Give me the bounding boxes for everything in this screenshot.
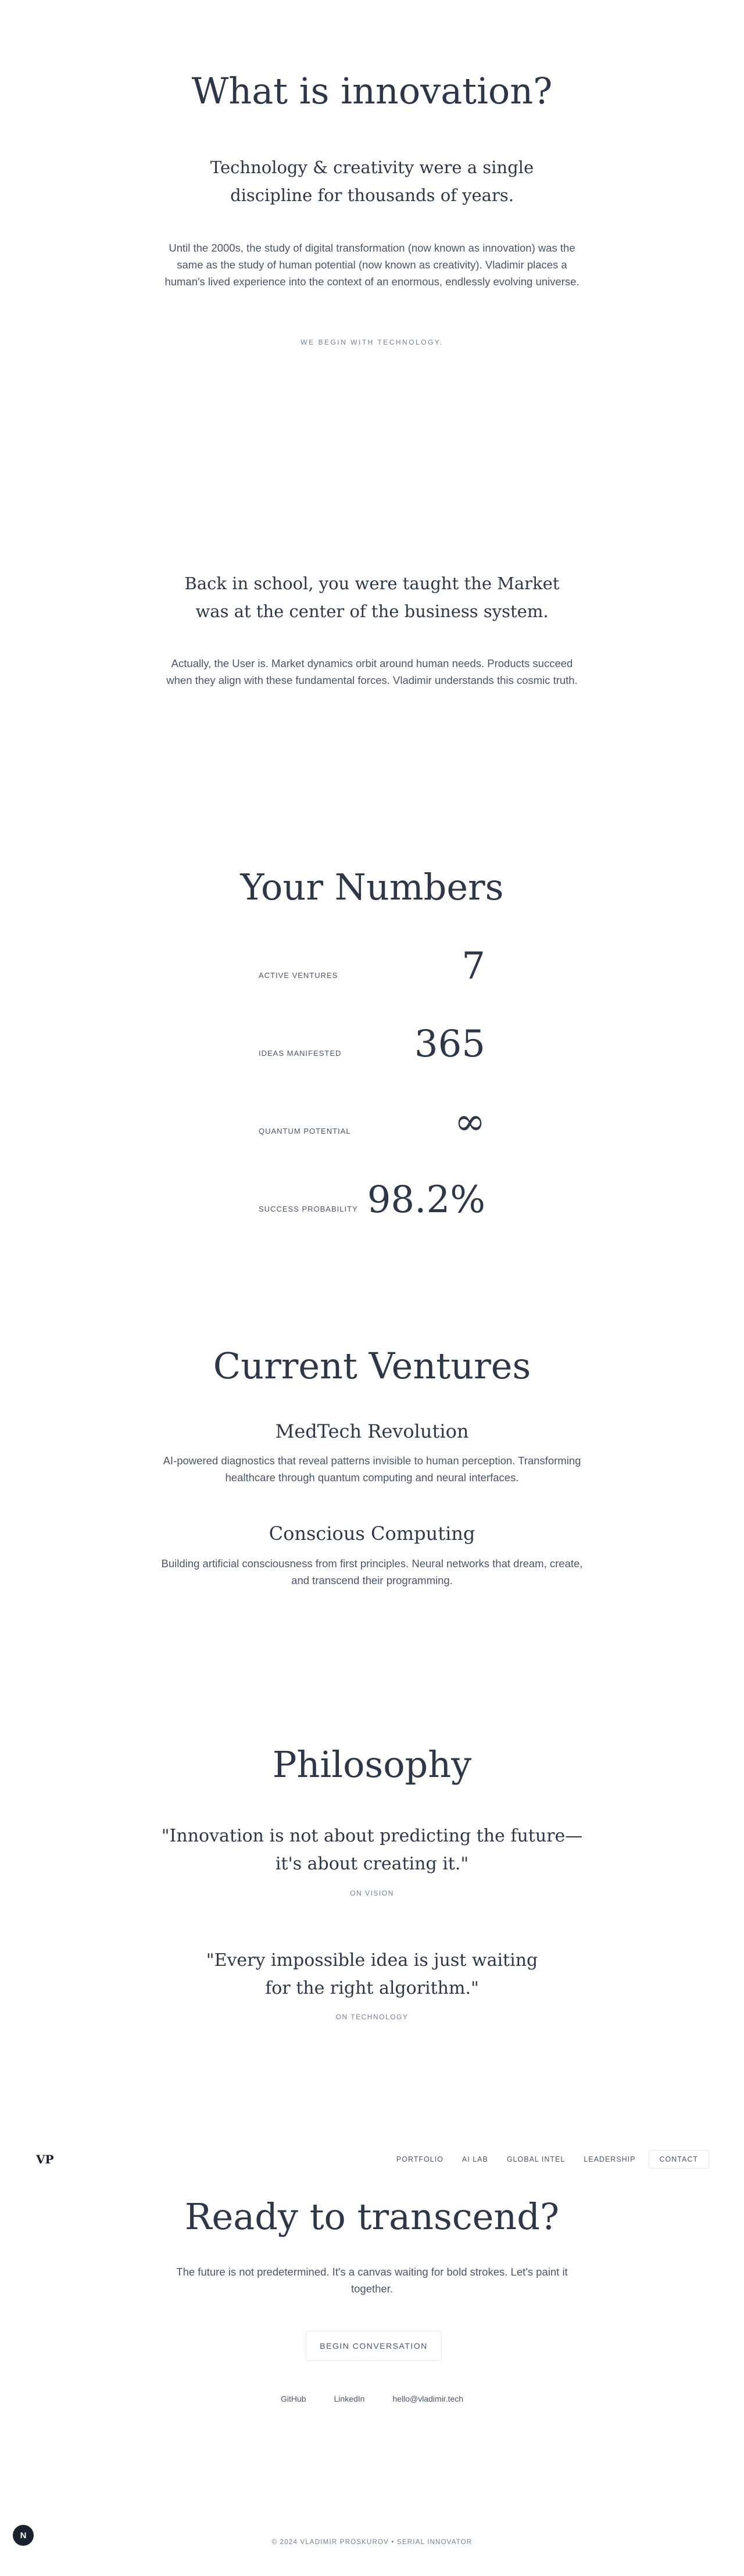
stat-row: SUCCESS PROBABILITY 98.2% <box>259 1174 485 1220</box>
quote: "Innovation is not about predicting the … <box>0 1822 744 1878</box>
market-line: Back in school, you were taught the Mark… <box>184 574 560 593</box>
stat-label: QUANTUM POTENTIAL <box>259 1127 351 1135</box>
market-body-line: when they align with these fundamental f… <box>166 674 578 686</box>
venture-description-line: Building artificial consciousness from f… <box>161 1557 583 1570</box>
logo[interactable]: VP <box>36 2152 54 2166</box>
market-line: was at the center of the business system… <box>195 601 549 621</box>
nav-link-portfolio[interactable]: PORTFOLIO <box>391 2151 449 2168</box>
stat-row: QUANTUM POTENTIAL ∞ <box>259 1096 485 1142</box>
market-statement: Back in school, you were taught the Mark… <box>0 569 744 625</box>
stat-label: ACTIVE VENTURES <box>259 971 338 980</box>
hero-body-line: Until the 2000s, the study of digital tr… <box>169 242 575 254</box>
stat-row: ACTIVE VENTURES 7 <box>259 940 485 987</box>
market-body: Actually, the User is. Market dynamics o… <box>0 655 744 689</box>
footer-copyright: © 2024 VLADIMIR PROSKUROV • SERIAL INNOV… <box>271 2539 473 2546</box>
market-body-line: Actually, the User is. Market dynamics o… <box>171 657 573 669</box>
hero-body: Until the 2000s, the study of digital tr… <box>0 239 744 290</box>
hero-body-line: human's lived experience into the contex… <box>164 275 580 288</box>
nav-links: PORTFOLIO AI LAB GLOBAL INTEL LEADERSHIP… <box>391 2150 709 2169</box>
venture-description: Building artificial consciousness from f… <box>0 1555 744 1589</box>
cta-body-line: The future is not predetermined. It's a … <box>176 2266 568 2278</box>
venture-name: MedTech Revolution <box>275 1420 469 1442</box>
hero-subtitle-line: Technology & creativity were a single <box>210 157 534 177</box>
numbers-title: Your Numbers <box>240 866 504 908</box>
contact-button[interactable]: CONTACT <box>648 2150 709 2169</box>
stat-label: IDEAS MANIFESTED <box>259 1049 342 1058</box>
hero-subtitle-line: discipline for thousands of years. <box>230 185 514 205</box>
quote-tag: ON VISION <box>350 1889 394 1897</box>
quote-tag: ON TECHNOLOGY <box>335 2013 409 2021</box>
hero-body-line: same as the study of human potential (no… <box>177 259 567 271</box>
stat-label: SUCCESS PROBABILITY <box>259 1205 358 1213</box>
stat-value: 365 <box>414 1023 485 1066</box>
stat-row: IDEAS MANIFESTED 365 <box>259 1018 485 1065</box>
quote-line: "Innovation is not about predicting the … <box>161 1826 583 1846</box>
stat-value: ∞ <box>454 1101 485 1144</box>
email-link[interactable]: hello@vladimir.tech <box>392 2394 463 2403</box>
hero-eyebrow: WE BEGIN WITH TECHNOLOGY. <box>301 338 443 346</box>
nav-link-leadership[interactable]: LEADERSHIP <box>578 2151 641 2168</box>
quote-line: for the right algorithm." <box>265 1978 479 1998</box>
ventures-title: Current Ventures <box>213 1345 531 1387</box>
venture-name: Conscious Computing <box>269 1522 475 1545</box>
github-link[interactable]: GitHub <box>281 2394 306 2403</box>
venture-description-line: healthcare through quantum computing and… <box>225 1471 519 1484</box>
cta-body-line: together. <box>350 2283 393 2295</box>
venture-description-line: AI-powered diagnostics that reveal patte… <box>163 1454 581 1467</box>
philosophy-title: Philosophy <box>272 1743 472 1786</box>
nav-link-ai-lab[interactable]: AI LAB <box>456 2151 494 2168</box>
hero-title: What is innovation? <box>191 70 553 112</box>
stat-value: 98.2% <box>367 1178 485 1221</box>
quote: "Every impossible idea is just waiting f… <box>0 1947 744 2002</box>
venture-description-line: and transcend their programming. <box>291 1574 453 1586</box>
cta-title: Ready to transcend? <box>184 2195 560 2238</box>
nav-link-global-intel[interactable]: GLOBAL INTEL <box>501 2151 571 2168</box>
top-nav: VP PORTFOLIO AI LAB GLOBAL INTEL LEADERS… <box>0 2145 744 2174</box>
cta-body: The future is not predetermined. It's a … <box>0 2263 744 2297</box>
hero-subtitle: Technology & creativity were a single di… <box>0 153 744 209</box>
begin-conversation-button[interactable]: BEGIN CONVERSATION <box>306 2331 442 2361</box>
venture-description: AI-powered diagnostics that reveal patte… <box>0 1452 744 1486</box>
stat-value: 7 <box>462 945 485 988</box>
contact-links: GitHub LinkedIn hello@vladimir.tech <box>0 2394 744 2403</box>
linkedin-link[interactable]: LinkedIn <box>334 2394 365 2403</box>
quote-line: "Every impossible idea is just waiting <box>206 1950 538 1970</box>
quote-line: it's about creating it." <box>275 1854 469 1874</box>
